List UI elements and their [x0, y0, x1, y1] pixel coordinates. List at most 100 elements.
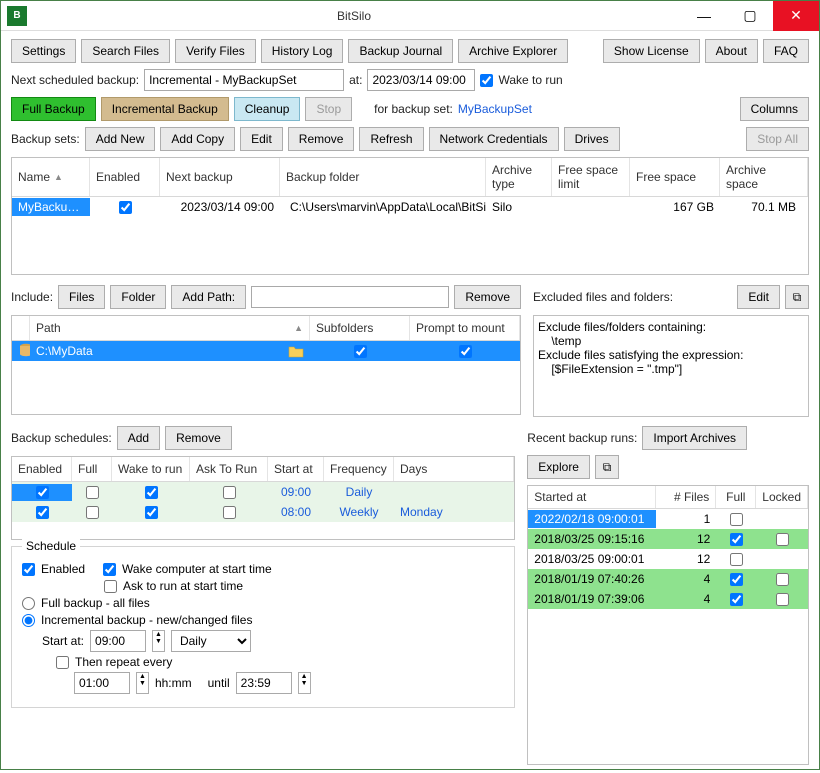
- col-path[interactable]: Path▲: [30, 316, 310, 340]
- about-button[interactable]: About: [705, 39, 758, 63]
- row-checkbox[interactable]: [223, 486, 236, 499]
- spinner-up-icon[interactable]: ▲: [153, 631, 164, 638]
- full-checkbox[interactable]: [730, 533, 743, 546]
- col-name[interactable]: Name▲: [12, 158, 90, 196]
- sched-ask-checkbox[interactable]: [104, 580, 117, 593]
- locked-checkbox[interactable]: [776, 593, 789, 606]
- locked-checkbox[interactable]: [776, 533, 789, 546]
- repeat-checkbox[interactable]: [56, 656, 69, 669]
- col-start[interactable]: Start at: [268, 457, 324, 481]
- add-new-button[interactable]: Add New: [85, 127, 156, 151]
- incremental-backup-button[interactable]: Incremental Backup: [101, 97, 229, 121]
- full-checkbox[interactable]: [730, 513, 743, 526]
- columns-button[interactable]: Columns: [740, 97, 809, 121]
- spinner-down-icon[interactable]: ▼: [299, 680, 310, 687]
- table-row[interactable]: 2018/03/25 09:15:1612: [528, 529, 808, 549]
- popout-icon[interactable]: ⧉: [595, 455, 619, 479]
- full-checkbox[interactable]: [730, 573, 743, 586]
- row-checkbox[interactable]: [223, 506, 236, 519]
- add-path-button[interactable]: Add Path:: [171, 285, 246, 309]
- table-row[interactable]: 2018/01/19 07:40:264: [528, 569, 808, 589]
- stop-all-button[interactable]: Stop All: [746, 127, 809, 151]
- interval-input[interactable]: [74, 672, 130, 694]
- include-files-button[interactable]: Files: [58, 285, 105, 309]
- table-row[interactable]: 2022/02/18 09:00:011: [528, 509, 808, 529]
- col-arch[interactable]: Archive space: [720, 158, 808, 196]
- minimize-button[interactable]: —: [681, 1, 727, 31]
- table-row[interactable]: C:\MyData: [12, 341, 520, 361]
- col-days[interactable]: Days: [394, 457, 514, 481]
- stop-button[interactable]: Stop: [305, 97, 352, 121]
- col-full[interactable]: Full: [716, 486, 756, 508]
- prompt-mount-checkbox[interactable]: [459, 345, 472, 358]
- close-button[interactable]: ✕: [773, 1, 819, 31]
- subfolders-checkbox[interactable]: [354, 345, 367, 358]
- start-time-input[interactable]: [90, 630, 146, 652]
- add-copy-button[interactable]: Add Copy: [160, 127, 235, 151]
- row-checkbox[interactable]: [145, 506, 158, 519]
- col-ask[interactable]: Ask To Run: [190, 457, 268, 481]
- table-row[interactable]: 09:00Daily: [12, 482, 514, 502]
- refresh-button[interactable]: Refresh: [359, 127, 423, 151]
- sched-remove-button[interactable]: Remove: [165, 426, 232, 450]
- next-backup-field[interactable]: [144, 69, 344, 91]
- sched-wake-checkbox[interactable]: [103, 563, 116, 576]
- row-checkbox[interactable]: [36, 486, 49, 499]
- row-checkbox[interactable]: [86, 506, 99, 519]
- backup-journal-button[interactable]: Backup Journal: [348, 39, 453, 63]
- sched-enabled-checkbox[interactable]: [22, 563, 35, 576]
- col-type[interactable]: Archive type: [486, 158, 552, 196]
- verify-files-button[interactable]: Verify Files: [175, 39, 256, 63]
- table-row[interactable]: 2018/01/19 07:39:064: [528, 589, 808, 609]
- settings-button[interactable]: Settings: [11, 39, 76, 63]
- next-backup-time-field[interactable]: [367, 69, 475, 91]
- faq-button[interactable]: FAQ: [763, 39, 809, 63]
- archive-explorer-button[interactable]: Archive Explorer: [458, 39, 568, 63]
- col-folder[interactable]: Backup folder: [280, 158, 486, 196]
- maximize-button[interactable]: ▢: [727, 1, 773, 31]
- add-path-input[interactable]: [251, 286, 449, 308]
- history-log-button[interactable]: History Log: [261, 39, 344, 63]
- col-freq[interactable]: Frequency: [324, 457, 394, 481]
- network-credentials-button[interactable]: Network Credentials: [429, 127, 559, 151]
- enabled-checkbox[interactable]: [119, 201, 132, 214]
- spinner-down-icon[interactable]: ▼: [153, 638, 164, 645]
- spinner-up-icon[interactable]: ▲: [137, 673, 148, 680]
- row-checkbox[interactable]: [86, 486, 99, 499]
- col-enabled[interactable]: Enabled: [90, 158, 160, 196]
- import-archives-button[interactable]: Import Archives: [642, 426, 747, 450]
- wake-to-run-checkbox[interactable]: [480, 74, 493, 87]
- include-remove-button[interactable]: Remove: [454, 285, 521, 309]
- col-enabled[interactable]: Enabled: [12, 457, 72, 481]
- col-next[interactable]: Next backup: [160, 158, 280, 196]
- spinner-down-icon[interactable]: ▼: [137, 680, 148, 687]
- col-files[interactable]: # Files: [656, 486, 716, 508]
- col-full[interactable]: Full: [72, 457, 112, 481]
- full-checkbox[interactable]: [730, 553, 743, 566]
- frequency-select[interactable]: Daily: [171, 630, 251, 652]
- remove-set-button[interactable]: Remove: [288, 127, 355, 151]
- exclude-edit-button[interactable]: Edit: [737, 285, 780, 309]
- col-prompt[interactable]: Prompt to mount: [410, 316, 520, 340]
- col-started[interactable]: Started at: [528, 486, 656, 508]
- full-checkbox[interactable]: [730, 593, 743, 606]
- table-row[interactable]: 2018/03/25 09:00:0112: [528, 549, 808, 569]
- cleanup-button[interactable]: Cleanup: [234, 97, 301, 121]
- edit-set-button[interactable]: Edit: [240, 127, 283, 151]
- col-subfolders[interactable]: Subfolders: [310, 316, 410, 340]
- until-time-input[interactable]: [236, 672, 292, 694]
- col-wake[interactable]: Wake to run: [112, 457, 190, 481]
- row-checkbox[interactable]: [36, 506, 49, 519]
- table-row[interactable]: MyBackupSet 2023/03/14 09:00 C:\Users\ma…: [12, 197, 808, 217]
- col-free[interactable]: Free space: [630, 158, 720, 196]
- full-backup-radio[interactable]: [22, 597, 35, 610]
- search-files-button[interactable]: Search Files: [81, 39, 170, 63]
- popout-icon[interactable]: ⧉: [785, 285, 809, 309]
- col-locked[interactable]: Locked: [756, 486, 808, 508]
- row-checkbox[interactable]: [145, 486, 158, 499]
- show-license-button[interactable]: Show License: [603, 39, 700, 63]
- sched-add-button[interactable]: Add: [117, 426, 160, 450]
- col-free-limit[interactable]: Free space limit: [552, 158, 630, 196]
- incremental-backup-radio[interactable]: [22, 614, 35, 627]
- explore-button[interactable]: Explore: [527, 455, 590, 479]
